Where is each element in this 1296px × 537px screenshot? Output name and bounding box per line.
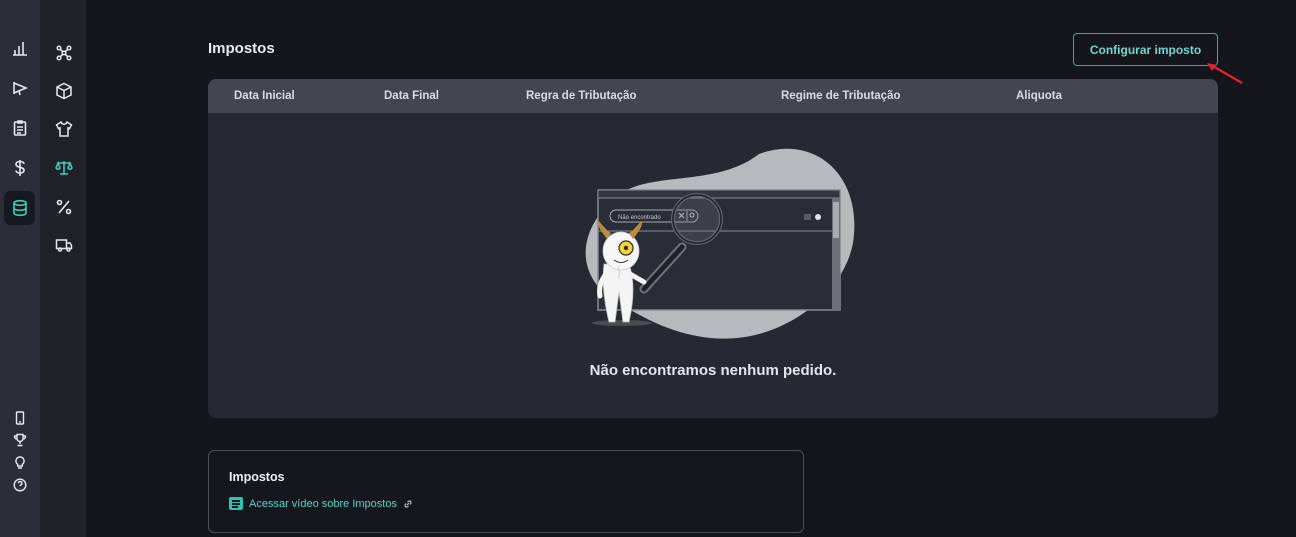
illustration-search-text: Não encontrado [618, 215, 661, 221]
database-icon[interactable] [9, 197, 31, 219]
shirt-icon[interactable] [53, 118, 75, 140]
empty-state-message: Não encontramos nenhum pedido. [589, 362, 837, 379]
column-header-tax-regime[interactable]: Regime de Tributação [781, 90, 901, 102]
help-card-title: Impostos [229, 470, 285, 484]
mobile-icon[interactable] [9, 407, 31, 429]
percent-icon[interactable] [53, 196, 75, 218]
column-header-start-date[interactable]: Data Inicial [234, 90, 295, 102]
empty-state-illustration: Não encontrado [585, 148, 855, 339]
tax-video-link[interactable]: Acessar vídeo sobre Impostos [229, 497, 413, 510]
column-header-tax-rule[interactable]: Regra de Tributação [526, 90, 637, 102]
package-icon[interactable] [53, 80, 75, 102]
primary-sidebar [0, 0, 40, 537]
integrations-icon[interactable] [53, 42, 75, 64]
column-header-end-date[interactable]: Data Final [384, 90, 439, 102]
taxes-table: Data Inicial Data Final Regra de Tributa… [208, 79, 1218, 418]
trophy-icon[interactable] [9, 429, 31, 451]
truck-icon[interactable] [53, 234, 75, 256]
column-header-rate[interactable]: Aliquota [1016, 90, 1062, 102]
document-icon [229, 497, 243, 510]
megaphone-icon[interactable] [9, 77, 31, 99]
chart-icon[interactable] [9, 37, 31, 59]
external-link-icon [404, 499, 412, 508]
help-card: Impostos Acessar vídeo sobre Impostos [208, 450, 804, 533]
tax-video-link-label: Acessar vídeo sobre Impostos [249, 497, 397, 510]
dollar-icon[interactable] [9, 157, 31, 179]
configure-tax-button[interactable]: Configurar imposto [1073, 33, 1218, 66]
table-header: Data Inicial Data Final Regra de Tributa… [208, 79, 1218, 113]
help-icon[interactable] [9, 474, 31, 496]
lightbulb-icon[interactable] [9, 452, 31, 474]
page-title: Impostos [208, 40, 275, 57]
scale-icon[interactable] [53, 157, 75, 179]
secondary-sidebar [40, 0, 86, 537]
clipboard-icon[interactable] [9, 117, 31, 139]
